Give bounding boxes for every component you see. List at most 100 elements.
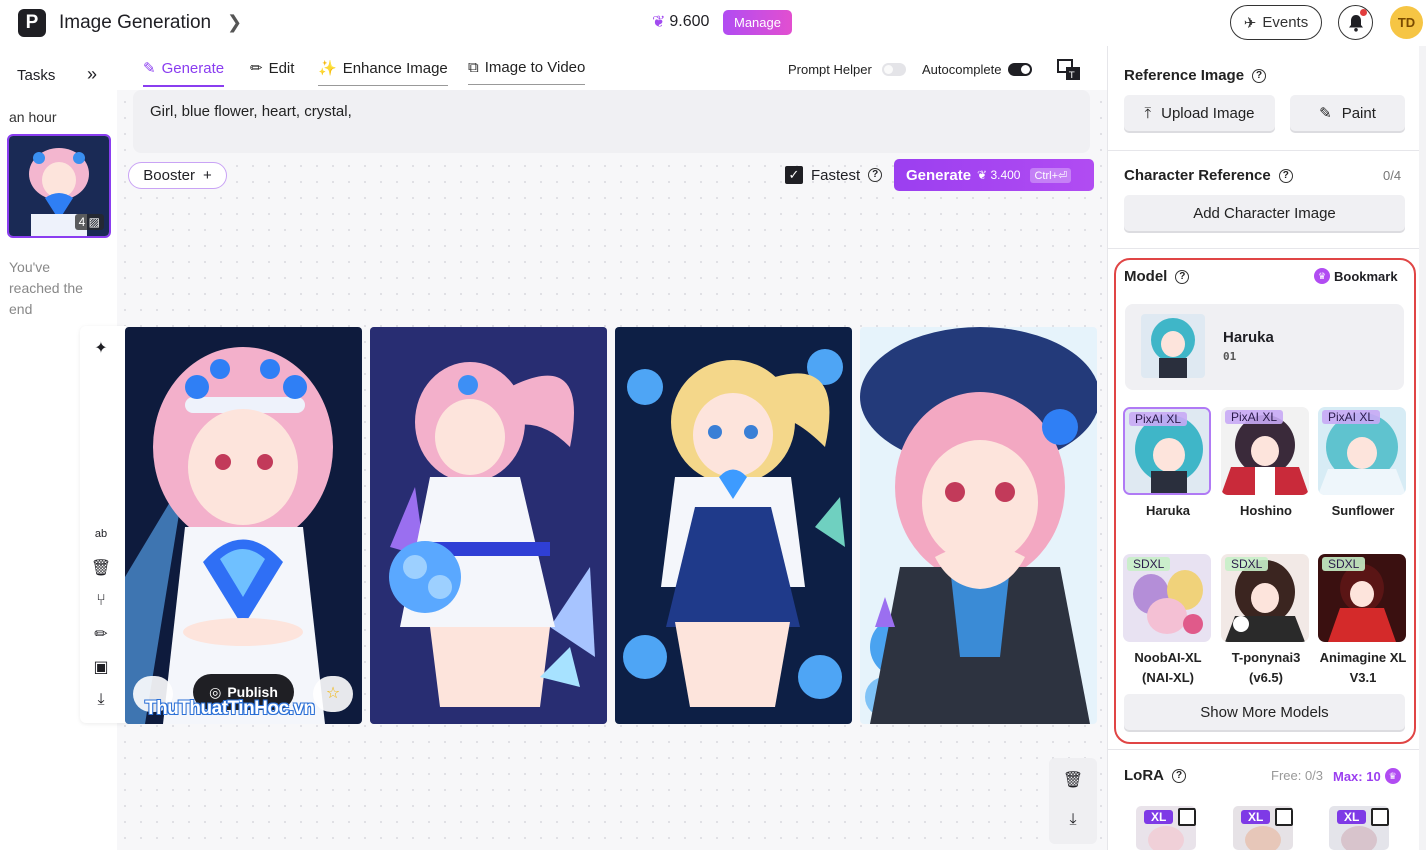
lora-title: LoRA? [1124,767,1186,784]
variation-icon[interactable]: ⑂ [91,591,111,611]
prompt-input[interactable]: Girl, blue flower, heart, crystal, [133,90,1090,153]
add-character-button[interactable]: Add Character Image [1124,195,1405,231]
prompt-helper-toggle[interactable] [882,63,906,76]
lora-card-2[interactable]: XL [1233,806,1293,850]
lora-card-1[interactable]: XL [1136,806,1196,850]
top-bar: P Image Generation ❯ ❦ 9.600 Manage ✈ Ev… [0,0,1426,46]
generated-image-2[interactable] [370,327,607,724]
model-title: Model? [1124,268,1190,285]
chevron-right-icon[interactable]: ❯ [227,12,242,33]
help-icon[interactable]: ? [1175,269,1190,284]
credits-display: ❦ 9.600 [652,12,709,32]
generate-button[interactable]: Generate ❦ 3.400 Ctrl+⏎ [894,159,1094,191]
divider [1108,150,1420,151]
lora-checkbox[interactable] [1178,808,1196,826]
task-thumbnail[interactable]: 4 ▨ [7,134,111,238]
sparkle-icon[interactable]: ✦ [91,338,111,358]
star-icon[interactable]: ☆ [313,676,353,712]
batch-tools: 🗑 ⤓ [1049,758,1097,844]
prompt-helper-label: Prompt Helper [788,62,872,77]
current-model-name: Haruka [1223,329,1274,346]
download-icon[interactable]: ⤓ [1063,810,1083,830]
generate-cost: ❦ 3.400 [977,168,1021,182]
lora-checkbox[interactable] [1275,808,1293,826]
upload-image-button[interactable]: ⤒ Upload Image [1124,95,1275,131]
current-model-card[interactable]: Haruka 01 [1125,304,1404,390]
lora-tag: XL [1241,810,1271,824]
booster-button[interactable]: Booster + [128,162,227,189]
generated-image-1-art [125,327,362,724]
app-logo[interactable]: P [18,9,46,37]
show-more-models-button[interactable]: Show More Models [1124,694,1405,730]
brush-icon: ✎ [143,60,156,77]
events-button[interactable]: ✈ Events [1230,5,1322,40]
bookmark-label: Bookmark [1334,268,1398,284]
lora-free-count: Free: 0/3 [1271,768,1324,783]
model-tag: PixAI XL [1129,412,1188,426]
crown-icon: ♛ [1384,768,1401,784]
generated-image-1[interactable]: ◎ Publish ☆ ThuThuatTinHoc.vn [125,327,362,724]
model-name: T-ponynai3 (v6.5) [1231,650,1301,685]
paint-button[interactable]: ✎ Paint [1290,95,1405,131]
fastest-option[interactable]: ✓ Fastest ? [785,166,883,184]
help-icon[interactable]: ? [1278,168,1293,183]
tab-edit[interactable]: ✏ Edit [250,59,294,85]
model-card-haruka[interactable]: PixAI XL Haruka [1123,407,1213,521]
ocr-text-icon[interactable]: ab [91,524,111,544]
credits-icon: ❦ [652,14,666,31]
lora-checkbox[interactable] [1371,808,1389,826]
upload-label: Upload Image [1161,104,1255,122]
fastest-checkbox[interactable]: ✓ [785,166,803,184]
autocomplete-toggle[interactable] [1008,63,1032,76]
help-icon[interactable]: ? [868,168,883,182]
tab-image-to-video[interactable]: ⧉ Image to Video [468,59,586,85]
model-card-animagine[interactable]: SDXL Animagine XL V3.1 [1318,554,1408,688]
model-name: Animagine XL V3.1 [1319,650,1407,685]
add-image-icon[interactable]: ▣ [91,657,111,677]
video-icon: ⧉ [468,59,479,76]
reference-image-title: Reference Image? [1124,67,1267,84]
brush-icon: ✎ [1319,105,1332,122]
credits-value: 9.600 [669,13,710,30]
scrollbar[interactable] [1419,46,1426,850]
notifications-button[interactable] [1338,5,1373,40]
enhance-icon: ✨ [318,60,337,77]
expand-icon[interactable]: » [87,64,97,85]
help-icon[interactable]: ? [1172,768,1186,783]
autocomplete-label: Autocomplete [922,62,1002,77]
translate-icon[interactable]: T [1057,59,1081,81]
bookmark-button[interactable]: ♛ Bookmark [1314,268,1398,284]
plus-icon: + [202,167,212,184]
settings-panel: Reference Image? ⤒ Upload Image ✎ Paint … [1107,46,1420,850]
main-canvas: ✎ Generate ✏ Edit ✨ Enhance Image ⧉ Imag… [80,46,1107,850]
tab-label: Image to Video [484,59,586,76]
lora-tag: XL [1144,810,1174,824]
model-tag: SDXL [1127,557,1171,571]
lora-tag: XL [1337,810,1367,824]
generated-image-3[interactable] [615,327,852,724]
rocket-icon: ✈ [1243,14,1257,32]
tab-enhance-image[interactable]: ✨ Enhance Image [318,59,448,86]
model-tag: SDXL [1322,557,1366,571]
model-card-t-ponynai3[interactable]: SDXL T-ponynai3 (v6.5) [1221,554,1311,688]
tab-label: Generate [161,59,225,77]
download-icon[interactable]: ⤓ [91,690,111,710]
model-name: Haruka [1145,503,1191,518]
generated-image-4[interactable] [860,327,1097,724]
manage-button[interactable]: Manage [723,10,792,35]
bell-icon [1348,14,1363,32]
model-card-hoshino[interactable]: PixAI XL Hoshino [1221,407,1311,521]
model-tag: PixAI XL [1322,410,1381,424]
lora-card-3[interactable]: XL [1329,806,1389,850]
generated-image-3-art [615,327,852,724]
svg-text:T: T [1068,71,1075,81]
tab-generate[interactable]: ✎ Generate [143,59,225,87]
help-icon[interactable]: ? [1252,68,1267,83]
avatar[interactable]: TD [1390,6,1423,39]
model-card-sunflower[interactable]: PixAI XL Sunflower [1318,407,1408,521]
trash-icon[interactable]: 🗑 [91,558,111,578]
pencil-icon: ✏ [250,60,263,77]
trash-icon[interactable]: 🗑 [1063,770,1083,790]
model-card-noobai[interactable]: SDXL NoobAI-XL (NAI-XL) [1123,554,1213,688]
edit-icon[interactable]: ✏ [91,624,111,644]
